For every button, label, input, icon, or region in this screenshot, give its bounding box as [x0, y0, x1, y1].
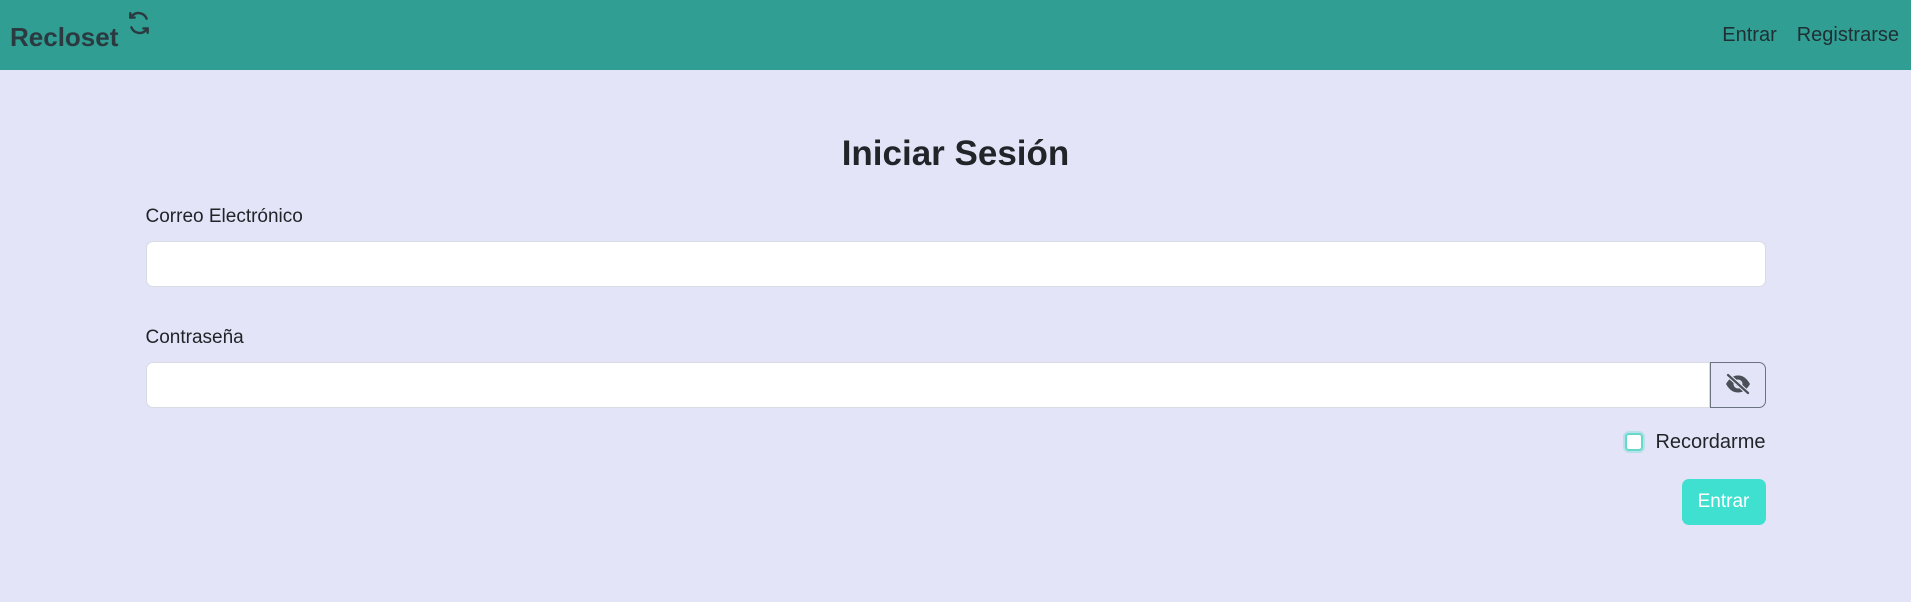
- email-field[interactable]: [145, 241, 1766, 287]
- submit-row: Entrar: [146, 479, 1766, 525]
- remember-label: Recordarme: [1655, 430, 1766, 453]
- toggle-password-button[interactable]: [1709, 362, 1766, 408]
- nav-link-registrarse[interactable]: Registrarse: [1797, 24, 1899, 47]
- nav-link-entrar[interactable]: Entrar: [1722, 24, 1776, 47]
- submit-button[interactable]: Entrar: [1681, 479, 1766, 525]
- brand-link[interactable]: Recloset: [10, 11, 152, 53]
- remember-row: Recordarme: [146, 430, 1766, 454]
- password-label: Contraseña: [145, 327, 244, 348]
- sync-icon: [126, 10, 152, 41]
- brand-name: Recloset: [10, 21, 119, 52]
- eye-slash-icon: [1725, 372, 1751, 398]
- password-field[interactable]: [145, 362, 1710, 408]
- login-form: Iniciar Sesión Correo Electrónico Contra…: [145, 132, 1766, 525]
- remember-checkbox[interactable]: [1625, 433, 1644, 451]
- nav-links: Entrar Registrarse: [1722, 24, 1899, 47]
- navbar: Recloset Entrar Registrarse: [0, 0, 1911, 70]
- page-title: Iniciar Sesión: [841, 134, 1070, 173]
- password-group: [145, 362, 1766, 408]
- email-label: Correo Electrónico: [145, 206, 303, 227]
